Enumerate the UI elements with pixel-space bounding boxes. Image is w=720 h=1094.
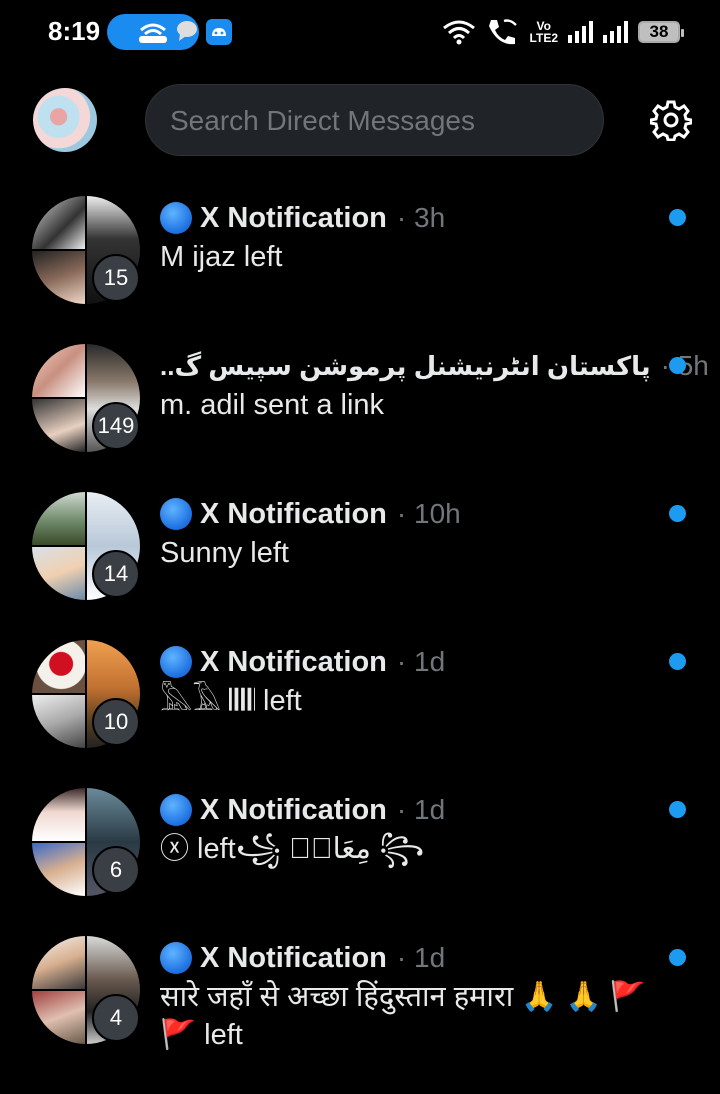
conversation-item[interactable]: 6 X Notification · 1d ⓧ left꧁ مِعَاذٖ ꧂: [0, 780, 720, 928]
volte-bottom-label: LTE2: [529, 31, 558, 45]
status-bar: 8:19 Vo LTE2 38: [0, 0, 720, 64]
conversation-time: · 1d: [396, 794, 446, 825]
unread-dot-icon: [669, 357, 686, 374]
conversation-item[interactable]: 4 X Notification · 1d सारे जहाँ से अच्छा…: [0, 928, 720, 1076]
chat-notification-icon: [177, 21, 197, 41]
blue-circle-emoji-icon: [160, 942, 192, 974]
conversation-preview: M ijaz left: [160, 241, 283, 273]
status-right-group: Vo LTE2 38: [442, 14, 684, 50]
dm-header: Search Direct Messages: [0, 84, 720, 156]
unread-dot-icon: [669, 653, 686, 670]
conversation-time: · 10h: [396, 498, 461, 529]
member-count-badge: 10: [92, 698, 140, 746]
member-count-badge: 4: [92, 994, 140, 1042]
conversation-title-line: پاکستان انٹرنیشنل پرموشن سپیس گ.. · 5h: [160, 348, 709, 384]
conversation-preview: m. adil sent a link: [160, 389, 385, 421]
conversation-name: X Notification: [200, 497, 387, 530]
conversation-name: X Notification: [200, 645, 387, 678]
blue-circle-emoji-icon: [160, 498, 192, 530]
unread-dot-icon: [669, 801, 686, 818]
status-time: 8:19: [48, 16, 101, 46]
conversation-preview: Sunny left: [160, 537, 289, 569]
signal-icon-sim2: [603, 21, 628, 43]
conversation-title-line: X Notification · 1d: [160, 940, 445, 976]
android-notification-icon: [206, 19, 232, 45]
conversation-time: · 3h: [396, 202, 446, 233]
wifi-calling-icon: [488, 19, 517, 45]
unread-dot-icon: [669, 505, 686, 522]
conversation-title-line: X Notification · 1d: [160, 792, 445, 828]
gear-icon[interactable]: [650, 99, 692, 141]
conversation-time: · 1d: [396, 942, 446, 973]
conversation-preview: 𓅓𓄿 𝄃𝄃𝄃𝄃 left: [160, 685, 302, 717]
conversation-name: پاکستان انٹرنیشنل پرموشن سپیس گ..: [160, 350, 651, 381]
hotspot-icon: [139, 23, 167, 43]
blue-circle-emoji-icon: [160, 202, 192, 234]
conversation-title-line: X Notification · 1d: [160, 644, 445, 680]
signal-icon-sim1: [568, 21, 593, 43]
search-input[interactable]: Search Direct Messages: [145, 84, 604, 156]
member-count-badge: 14: [92, 550, 140, 598]
conversation-list: 15 X Notification · 3h M ijaz left 149 پ…: [0, 188, 720, 1076]
member-count-badge: 15: [92, 254, 140, 302]
conversation-preview: सारे जहाँ से अच्छा हिंदुस्तान हमारा 🙏 🙏 …: [160, 981, 646, 1051]
battery-icon: 38: [638, 21, 684, 43]
blue-circle-emoji-icon: [160, 794, 192, 826]
volte-indicator: Vo LTE2: [530, 20, 558, 44]
wifi-icon: [442, 20, 475, 45]
conversation-time: · 1d: [396, 646, 446, 677]
conversation-title-line: X Notification · 3h: [160, 200, 445, 236]
search-placeholder: Search Direct Messages: [170, 105, 476, 136]
conversation-name: X Notification: [200, 201, 387, 234]
conversation-preview: ⓧ left꧁ مِعَاذٖ ꧂: [160, 833, 425, 865]
conversation-item[interactable]: 15 X Notification · 3h M ijaz left: [0, 188, 720, 336]
member-count-badge: 149: [92, 402, 140, 450]
conversation-name: X Notification: [200, 793, 387, 826]
conversation-name: X Notification: [200, 941, 387, 974]
unread-dot-icon: [669, 209, 686, 226]
conversation-item[interactable]: 14 X Notification · 10h Sunny left: [0, 484, 720, 632]
blue-circle-emoji-icon: [160, 646, 192, 678]
unread-dot-icon: [669, 949, 686, 966]
profile-avatar[interactable]: [33, 88, 97, 152]
conversation-title-line: X Notification · 10h: [160, 496, 461, 532]
conversation-item[interactable]: 10 X Notification · 1d 𓅓𓄿 𝄃𝄃𝄃𝄃 left: [0, 632, 720, 780]
member-count-badge: 6: [92, 846, 140, 894]
conversation-item[interactable]: 149 پاکستان انٹرنیشنل پرموشن سپیس گ.. · …: [0, 336, 720, 484]
